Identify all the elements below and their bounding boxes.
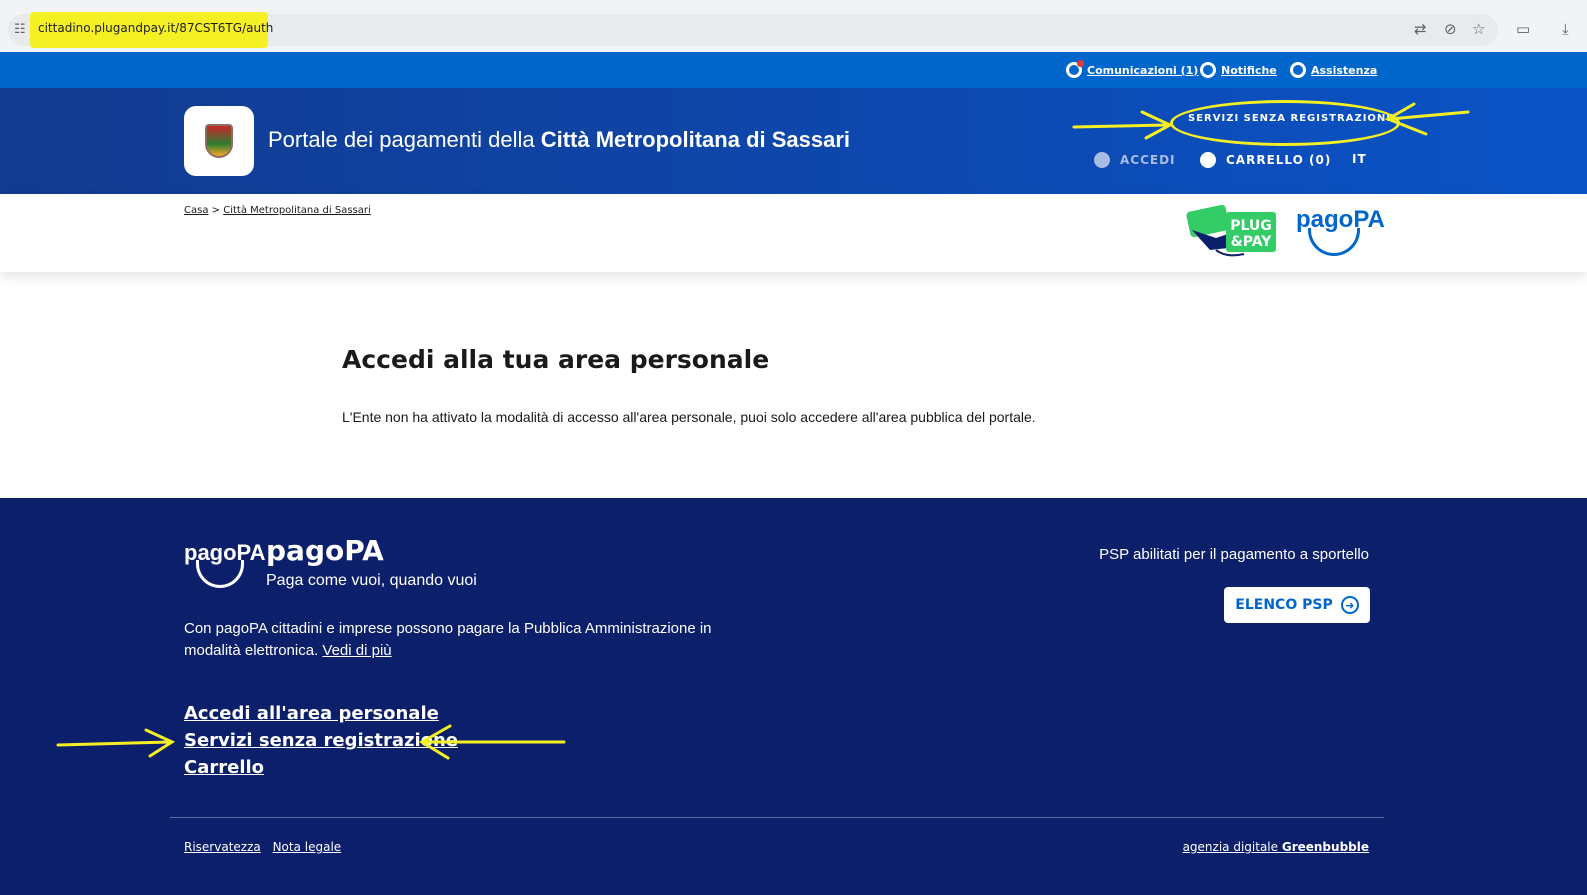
cart-icon [1200,152,1216,168]
message-icon [1066,60,1084,78]
bell-icon [1200,62,1216,78]
breadcrumb-home[interactable]: Casa [184,205,208,216]
page-message: L'Ente non ha attivato la modalità di ac… [342,409,1036,425]
footer-link-carrello[interactable]: Carrello [184,754,458,781]
assistenza-label: Assistenza [1311,63,1378,77]
download-icon[interactable]: ⤓ [1562,20,1569,38]
arrow-right-icon: ➜ [1340,596,1359,614]
breadcrumb-separator: > [211,205,221,216]
footer-link-servizi[interactable]: Servizi senza registrazione [184,727,458,754]
portal-title: Portale dei pagamenti della Città Metrop… [268,127,851,152]
comunicazioni-label: Comunicazioni (1) [1087,63,1199,77]
footer-description: Con pagoPA cittadini e imprese possono p… [184,620,712,659]
elenco-psp-label: ELENCO PSP [1235,597,1333,613]
coat-of-arms-icon [205,124,233,158]
footer-legal-links: Riservatezza Nota legale [184,840,349,854]
notifiche-link[interactable]: Notifiche [1200,62,1277,78]
nota-legale-link[interactable]: Nota legale [273,840,342,854]
translate-icon[interactable]: ⇄ [1414,20,1427,38]
language-selector[interactable]: IT [1352,152,1367,166]
footer-links: Accedi all'area personale Servizi senza … [184,700,458,781]
accedi-label: ACCEDI [1120,153,1176,167]
eye-off-icon[interactable]: ⊘ [1444,20,1457,38]
tune-icon[interactable]: ☷ [14,22,26,37]
footer-link-area-personale[interactable]: Accedi all'area personale [184,700,458,727]
carrello-label: CARRELLO (0) [1226,153,1332,167]
psp-label: PSP abilitati per il pagamento a sportel… [1099,546,1369,563]
footer-tagline: Paga come vuoi, quando vuoi [266,572,477,589]
entity-logo[interactable] [184,106,254,176]
user-icon [1094,152,1110,168]
extension-icon[interactable]: ▭ [1516,20,1530,38]
agency-credit[interactable]: agenzia digitale Greenbubble [1183,840,1369,854]
comunicazioni-link[interactable]: Comunicazioni (1) [1066,60,1199,78]
entity-name: Città Metropolitana di Sassari [540,127,851,152]
vedi-di-piu-link[interactable]: Vedi di più [322,642,391,659]
footer-brand: pagoPA [266,534,384,567]
elenco-psp-button[interactable]: ELENCO PSP ➜ [1224,587,1370,623]
footer-divider [170,817,1384,818]
plugpay-line1: PLUG [1230,218,1272,234]
plugpay-line2: &PAY [1231,234,1273,250]
plug-and-pay-logo: PLUG &PAY [1186,204,1276,257]
riservatezza-link[interactable]: Riservatezza [184,840,261,854]
accedi-button[interactable]: ACCEDI [1094,152,1176,168]
assistenza-link[interactable]: Assistenza [1290,62,1377,78]
annotation-circle [1170,100,1400,146]
breadcrumb-current[interactable]: Città Metropolitana di Sassari [223,205,371,216]
help-icon [1290,62,1306,78]
star-icon[interactable]: ☆ [1472,20,1485,38]
breadcrumb: Casa > Città Metropolitana di Sassari [184,205,371,216]
notifiche-label: Notifiche [1221,63,1277,77]
carrello-button[interactable]: CARRELLO (0) [1200,152,1331,168]
url-text[interactable]: cittadino.plugandpay.it/87CST6TG/auth [38,21,273,35]
page-title: Accedi alla tua area personale [342,345,770,374]
